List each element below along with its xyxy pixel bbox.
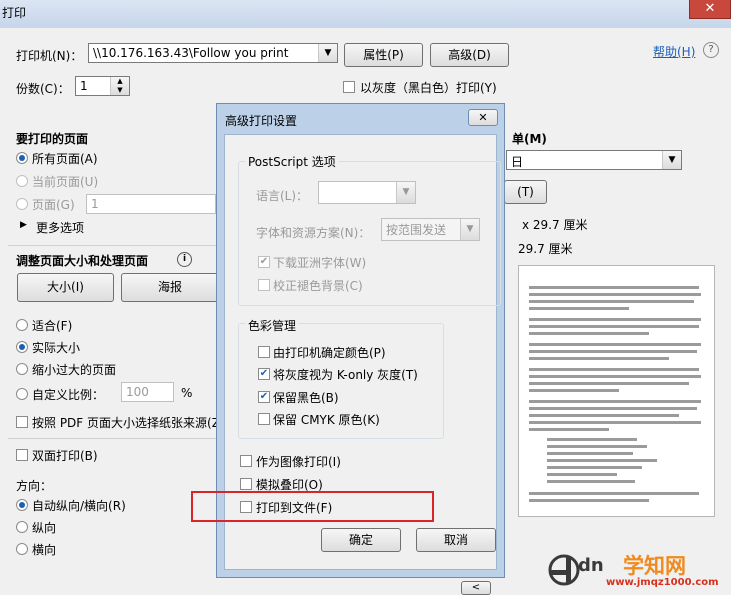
chevron-down-icon: ▼ bbox=[318, 44, 337, 62]
paper-size-text-2: 29.7 厘米 bbox=[518, 242, 573, 256]
all-pages-radio[interactable] bbox=[16, 152, 28, 164]
printer-select[interactable]: \\10.176.163.43\Follow you print ▼ bbox=[88, 43, 338, 63]
pages-section-title: 要打印的页面 bbox=[16, 132, 89, 146]
help-icon[interactable]: ? bbox=[703, 42, 719, 58]
chevron-down-icon: ▼ bbox=[396, 182, 415, 203]
landscape-label: 横向 bbox=[32, 543, 57, 557]
printer-select-value: \\10.176.163.43\Follow you print bbox=[93, 46, 289, 60]
language-label: 语言(L)： bbox=[256, 189, 309, 203]
color-management-title: 色彩管理 bbox=[245, 317, 300, 334]
watermark-site-name: 学知网 bbox=[623, 554, 686, 578]
fit-label: 适合(F) bbox=[32, 319, 73, 333]
copies-label: 份数(C)： bbox=[16, 82, 70, 96]
more-options-link[interactable]: 更多选项 bbox=[36, 219, 84, 236]
orientation-title: 方向： bbox=[16, 479, 53, 493]
watermark-logo-text: dn bbox=[578, 555, 604, 576]
font-policy-select[interactable]: 按范围发送 ▼ bbox=[381, 218, 480, 241]
divider bbox=[8, 438, 216, 439]
printer-color-checkbox[interactable] bbox=[258, 346, 270, 358]
k-only-gray-label: 将灰度视为 K-only 灰度(T) bbox=[273, 368, 418, 382]
auto-orientation-label: 自动纵向/横向(R) bbox=[32, 499, 126, 513]
custom-scale-radio[interactable] bbox=[16, 388, 28, 400]
print-preview bbox=[518, 265, 715, 517]
close-icon[interactable]: ✕ bbox=[689, 0, 731, 19]
copies-stepper[interactable]: 1 ▲ ▼ bbox=[75, 76, 130, 96]
preserve-cmyk-label: 保留 CMYK 原色(K) bbox=[273, 413, 380, 427]
postscript-title: PostScript 选项 bbox=[245, 153, 339, 170]
portrait-label: 纵向 bbox=[32, 521, 57, 535]
poster-button[interactable]: 海报 bbox=[121, 273, 218, 302]
current-page-radio[interactable] bbox=[16, 175, 28, 187]
download-asian-fonts-label: 下载亚洲字体(W) bbox=[273, 256, 367, 270]
pages-label: 页面(G) bbox=[32, 198, 75, 212]
right-panel-button[interactable]: (T) bbox=[504, 180, 547, 204]
pages-range-input[interactable]: 1 bbox=[86, 194, 216, 214]
download-asian-fonts-checkbox[interactable]: ✔ bbox=[258, 256, 270, 268]
stepper-arrows-icon[interactable]: ▲ ▼ bbox=[110, 77, 129, 95]
grayscale-checkbox[interactable] bbox=[343, 81, 355, 93]
correct-background-checkbox[interactable] bbox=[258, 279, 270, 291]
actual-size-label: 实际大小 bbox=[32, 341, 81, 355]
landscape-radio[interactable] bbox=[16, 543, 28, 555]
printer-color-label: 由打印机确定颜色(P) bbox=[273, 346, 386, 360]
print-as-image-checkbox[interactable] bbox=[240, 455, 252, 467]
duplex-label: 双面打印(B) bbox=[32, 449, 98, 463]
copies-value: 1 bbox=[80, 79, 88, 93]
shrink-oversized-label: 缩小过大的页面 bbox=[32, 363, 117, 377]
custom-scale-label: 自定义比例： bbox=[32, 388, 105, 402]
title-bar bbox=[0, 0, 731, 28]
language-select[interactable]: ▼ bbox=[318, 181, 416, 204]
k-only-gray-checkbox[interactable]: ✔ bbox=[258, 368, 270, 380]
info-icon[interactable]: i bbox=[177, 252, 192, 267]
scale-unit: % bbox=[181, 386, 193, 400]
right-panel-select[interactable]: 日 ▼ bbox=[506, 150, 682, 170]
highlight-box bbox=[191, 491, 434, 522]
shrink-oversized-radio[interactable] bbox=[16, 363, 28, 375]
right-panel-title: 单(M) bbox=[512, 132, 547, 146]
preserve-black-label: 保留黑色(B) bbox=[273, 391, 339, 405]
expand-triangle-icon[interactable]: ▶ bbox=[20, 220, 27, 230]
printer-label: 打印机(N)： bbox=[16, 49, 83, 63]
ok-button[interactable]: 确定 bbox=[321, 528, 401, 552]
preserve-black-checkbox[interactable]: ✔ bbox=[258, 391, 270, 403]
divider bbox=[8, 245, 216, 246]
auto-orientation-radio[interactable] bbox=[16, 499, 28, 511]
font-policy-label: 字体和资源方案(N)： bbox=[256, 226, 371, 240]
page-sizing-title: 调整页面大小和处理页面 bbox=[16, 254, 149, 268]
chevron-down-icon: ▼ bbox=[460, 219, 479, 240]
watermark-url: www.jmqz1000.com bbox=[606, 577, 719, 588]
current-page-label: 当前页面(U) bbox=[32, 175, 99, 189]
grayscale-label: 以灰度（黑白色）打印(Y) bbox=[360, 81, 497, 95]
fit-radio[interactable] bbox=[16, 319, 28, 331]
size-button[interactable]: 大小(I) bbox=[17, 273, 114, 302]
dialog-close-icon[interactable]: ✕ bbox=[468, 109, 498, 126]
paper-source-checkbox[interactable] bbox=[16, 416, 28, 428]
paper-source-label: 按照 PDF 页面大小选择纸张来源(Z bbox=[32, 416, 220, 430]
correct-background-label: 校正褪色背景(C) bbox=[273, 279, 363, 293]
portrait-radio[interactable] bbox=[16, 521, 28, 533]
duplex-checkbox[interactable] bbox=[16, 449, 28, 461]
window-title: 打印 bbox=[2, 6, 27, 20]
preserve-cmyk-checkbox[interactable] bbox=[258, 413, 270, 425]
actual-size-radio[interactable] bbox=[16, 341, 28, 353]
right-panel-select-value: 日 bbox=[511, 155, 524, 169]
help-link[interactable]: 帮助(H) bbox=[653, 43, 695, 60]
scale-input[interactable]: 100 bbox=[121, 382, 174, 402]
chevron-down-icon: ▼ bbox=[662, 151, 681, 169]
cancel-button[interactable]: 取消 bbox=[416, 528, 496, 552]
simulate-overprint-checkbox[interactable] bbox=[240, 478, 252, 490]
print-as-image-label: 作为图像打印(I) bbox=[256, 455, 341, 469]
all-pages-label: 所有页面(A) bbox=[32, 152, 98, 166]
dialog-title: 高级打印设置 bbox=[225, 114, 298, 128]
pages-radio[interactable] bbox=[16, 198, 28, 210]
properties-button[interactable]: 属性(P) bbox=[344, 43, 423, 67]
advanced-button[interactable]: 高级(D) bbox=[430, 43, 509, 67]
prev-page-button[interactable]: < bbox=[461, 581, 491, 595]
paper-size-text: x 29.7 厘米 bbox=[522, 218, 588, 232]
font-policy-value: 按范围发送 bbox=[386, 223, 447, 237]
